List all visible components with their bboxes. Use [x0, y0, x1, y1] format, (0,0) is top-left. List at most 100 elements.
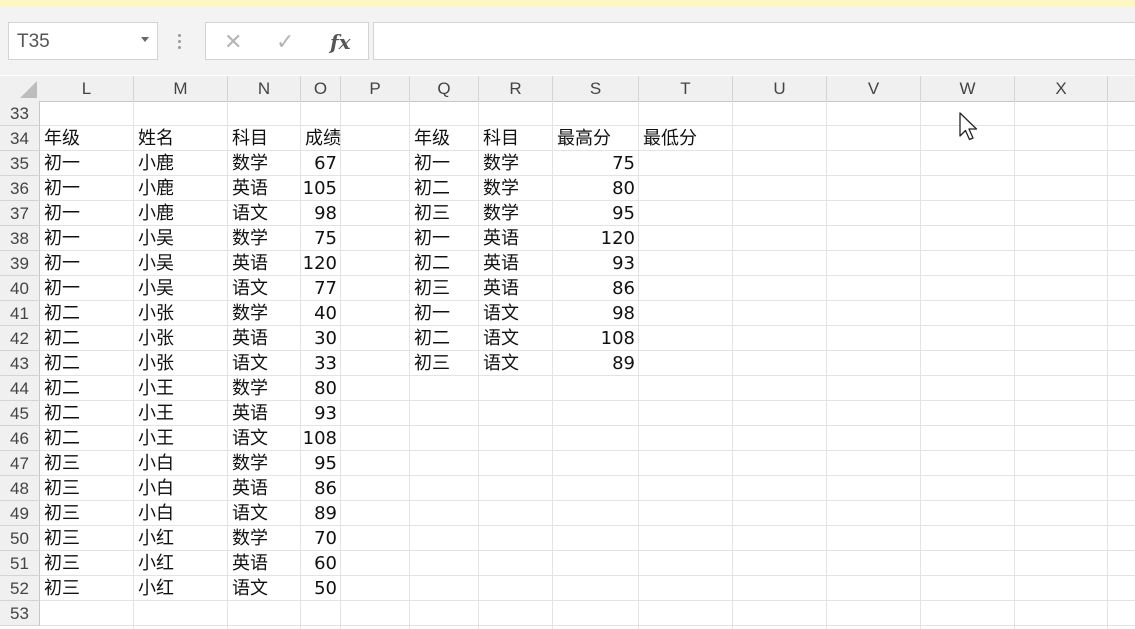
cell[interactable]: 初三	[40, 451, 80, 476]
cell[interactable]: 语文	[228, 576, 268, 601]
cell[interactable]: 小白	[134, 501, 174, 526]
cell[interactable]: 初一	[40, 276, 80, 301]
column-header-M[interactable]: M	[134, 76, 228, 101]
row-header-45[interactable]: 45	[0, 401, 40, 426]
cell[interactable]: 最高分	[553, 126, 611, 151]
cell[interactable]: 数学	[228, 376, 268, 401]
cell[interactable]: 科目	[479, 126, 519, 151]
row-header-53[interactable]: 53	[0, 601, 40, 626]
cell[interactable]: 小鹿	[134, 176, 174, 201]
cell[interactable]: 初二	[40, 401, 80, 426]
cell[interactable]: 86	[301, 476, 341, 501]
cell[interactable]: 30	[301, 326, 341, 351]
cell[interactable]: 初一	[40, 151, 80, 176]
cell[interactable]: 80	[553, 176, 639, 201]
row-header-46[interactable]: 46	[0, 426, 40, 451]
cancel-icon[interactable]: ✕	[224, 30, 242, 55]
cell[interactable]: 科目	[228, 126, 268, 151]
cell[interactable]: 语文	[479, 326, 519, 351]
row-header-36[interactable]: 36	[0, 176, 40, 201]
cell[interactable]: 语文	[228, 276, 268, 301]
cell[interactable]: 小吴	[134, 251, 174, 276]
row-header-47[interactable]: 47	[0, 451, 40, 476]
cell[interactable]: 小鹿	[134, 201, 174, 226]
cell[interactable]: 98	[301, 201, 341, 226]
cell[interactable]: 初三	[40, 476, 80, 501]
cell[interactable]: 93	[301, 401, 341, 426]
row-header-37[interactable]: 37	[0, 201, 40, 226]
cell[interactable]: 小红	[134, 526, 174, 551]
column-header-V[interactable]: V	[827, 76, 921, 101]
cell[interactable]: 初二	[410, 326, 450, 351]
cell[interactable]: 60	[301, 551, 341, 576]
column-header-X[interactable]: X	[1015, 76, 1108, 101]
cell[interactable]: 120	[301, 251, 341, 276]
cell[interactable]: 小白	[134, 476, 174, 501]
cell[interactable]: 小王	[134, 401, 174, 426]
column-header-S[interactable]: S	[553, 76, 639, 101]
insert-function-icon[interactable]: fx	[330, 30, 351, 54]
enter-icon[interactable]: ✓	[276, 30, 294, 55]
cell[interactable]: 小红	[134, 576, 174, 601]
column-header-T[interactable]: T	[639, 76, 733, 101]
column-header-N[interactable]: N	[228, 76, 301, 101]
cell[interactable]: 77	[301, 276, 341, 301]
cell[interactable]: 67	[301, 151, 341, 176]
cell[interactable]: 英语	[228, 326, 268, 351]
column-header-O[interactable]: O	[301, 76, 341, 101]
cell[interactable]: 小白	[134, 451, 174, 476]
cell[interactable]: 英语	[479, 276, 519, 301]
column-header-Q[interactable]: Q	[410, 76, 479, 101]
cell[interactable]: 75	[301, 226, 341, 251]
row-header-34[interactable]: 34	[0, 126, 40, 151]
cell[interactable]: 初一	[410, 151, 450, 176]
cell[interactable]: 初二	[40, 301, 80, 326]
cell[interactable]: 初二	[40, 376, 80, 401]
formula-input[interactable]	[373, 22, 1135, 60]
cell[interactable]: 50	[301, 576, 341, 601]
cell[interactable]: 成绩	[301, 126, 341, 151]
cell[interactable]: 小红	[134, 551, 174, 576]
row-header-39[interactable]: 39	[0, 251, 40, 276]
cell[interactable]: 初一	[410, 226, 450, 251]
select-all-button[interactable]	[0, 76, 40, 101]
cell[interactable]: 数学	[479, 201, 519, 226]
cell[interactable]: 数学	[228, 301, 268, 326]
cell[interactable]: 年级	[40, 126, 80, 151]
chevron-down-icon[interactable]	[141, 37, 149, 42]
cell[interactable]: 语文	[228, 351, 268, 376]
cell[interactable]: 初一	[40, 251, 80, 276]
cell[interactable]: 小张	[134, 351, 174, 376]
cell[interactable]: 108	[301, 426, 341, 451]
cell[interactable]: 初三	[410, 201, 450, 226]
row-header-52[interactable]: 52	[0, 576, 40, 601]
row-header-49[interactable]: 49	[0, 501, 40, 526]
column-header-R[interactable]: R	[479, 76, 553, 101]
cell[interactable]: 初三	[40, 501, 80, 526]
cell[interactable]: 86	[553, 276, 639, 301]
cell[interactable]: 70	[301, 526, 341, 551]
row-header-38[interactable]: 38	[0, 226, 40, 251]
cell[interactable]: 105	[301, 176, 341, 201]
row-header-51[interactable]: 51	[0, 551, 40, 576]
row-header-33[interactable]: 33	[0, 101, 40, 126]
cell[interactable]: 初三	[410, 276, 450, 301]
cell[interactable]: 数学	[479, 151, 519, 176]
cell[interactable]: 初一	[410, 301, 450, 326]
cell[interactable]: 120	[553, 226, 639, 251]
cell[interactable]: 33	[301, 351, 341, 376]
cell[interactable]: 95	[553, 201, 639, 226]
row-header-44[interactable]: 44	[0, 376, 40, 401]
cell[interactable]: 数学	[479, 176, 519, 201]
cell[interactable]: 语文	[228, 426, 268, 451]
cell[interactable]: 89	[301, 501, 341, 526]
worksheet-grid[interactable]: 年级 姓名 科目 成绩 初一 小鹿 数学 67 初一 小鹿 英语 105 初一 小鹿 语文 98 初一 小吴 数学 7…	[40, 101, 1135, 629]
cell[interactable]: 98	[553, 301, 639, 326]
cell[interactable]: 初一	[40, 226, 80, 251]
cell[interactable]: 年级	[410, 126, 450, 151]
cell[interactable]: 初二	[410, 251, 450, 276]
cell[interactable]: 初三	[40, 526, 80, 551]
row-header-41[interactable]: 41	[0, 301, 40, 326]
cell[interactable]: 英语	[228, 551, 268, 576]
column-header-P[interactable]: P	[341, 76, 410, 101]
